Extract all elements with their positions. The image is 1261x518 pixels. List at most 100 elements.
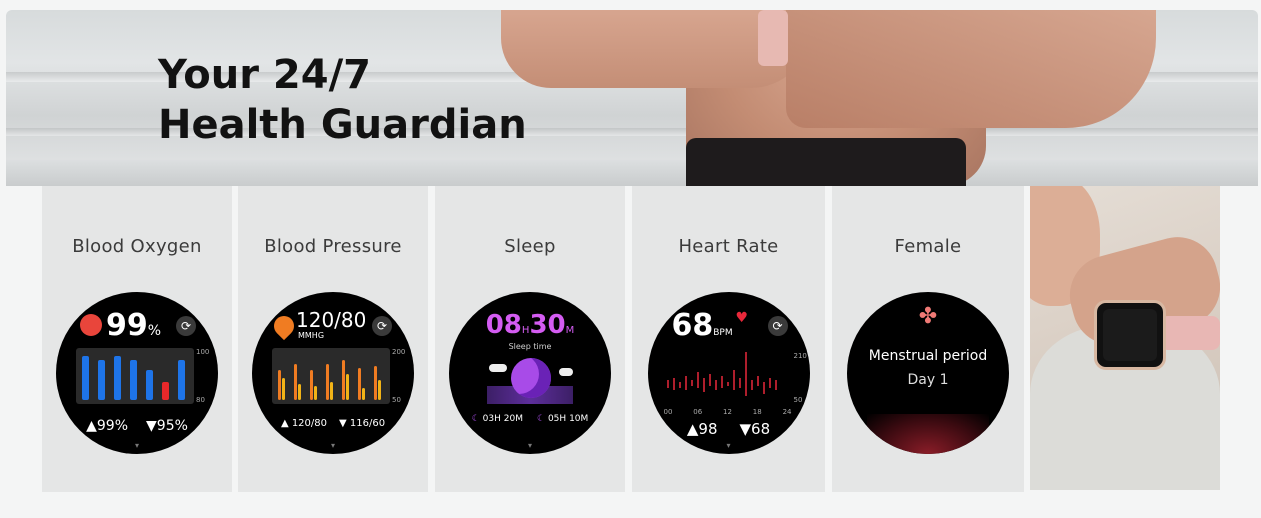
- minutes-label: M: [515, 414, 523, 424]
- chevron-down-icon: ▾: [726, 441, 731, 450]
- wrist-watch-photo: [1030, 186, 1220, 490]
- axis-label: 06: [693, 408, 703, 416]
- bp-high: ▲ 120/80: [280, 418, 327, 429]
- chart-bar: [374, 366, 377, 400]
- bp-bar-chart: [272, 348, 390, 404]
- oxygen-bar-chart: [76, 348, 194, 404]
- moon-icon: [511, 358, 551, 398]
- refresh-icon[interactable]: ⟳: [176, 316, 196, 336]
- hero-title: Your 24/7 Health Guardian: [158, 50, 527, 150]
- heart-rate-number: 68: [671, 308, 714, 343]
- feature-panel-female: Female ✤ Menstrual period Day 1: [832, 186, 1024, 492]
- deep-sleep: ☾ 03H 20M: [472, 414, 523, 424]
- oxygen-low-value: 95%: [156, 418, 188, 434]
- deep-minutes: 20: [503, 414, 516, 424]
- heart-rate-high: ▲98: [686, 420, 718, 438]
- watch-dial: 68BPM ♥ ⟳ 210 50 00 06 12 18 24 ▲98 ▼68 …: [647, 292, 810, 454]
- hours-label: H: [559, 414, 567, 424]
- panel-title: Heart Rate: [678, 236, 779, 257]
- chevron-down-icon: ▾: [330, 441, 335, 450]
- axis-label: 50: [392, 396, 401, 404]
- sleep-minutes: 30: [529, 310, 566, 340]
- feature-panel-sleep: Sleep 08H30M Sleep time ☾ 03H 20M ☾ 05H …: [435, 186, 625, 492]
- heart-rate-low: ▼68: [739, 420, 771, 438]
- axis-label: 100: [196, 348, 210, 356]
- heart-rate-chart: [666, 352, 777, 396]
- axis-label: 210: [793, 352, 807, 360]
- railing-background: [6, 160, 1258, 186]
- cycle-icon: ✤: [918, 304, 938, 329]
- chart-bar: [326, 364, 329, 400]
- feature-panel-heart-rate: Heart Rate 68BPM ♥ ⟳ 210 50 00 06 12 18 …: [632, 186, 825, 492]
- chevron-down-icon: ▾: [134, 441, 139, 450]
- panel-title: Sleep: [504, 236, 556, 257]
- light-hours: 05: [547, 414, 560, 424]
- chevron-down-icon: ▾: [527, 441, 532, 450]
- moon-icon: ☾: [471, 414, 480, 424]
- bp-low: ▼ 116/60: [339, 418, 386, 429]
- chart-bar: [98, 360, 105, 400]
- bp-high-value: 120/80: [291, 418, 327, 429]
- axis-label: 18: [752, 408, 762, 416]
- oxygen-high-value: 99%: [96, 418, 128, 434]
- sleep-hours: 08: [485, 310, 522, 340]
- chart-bar: [346, 374, 349, 400]
- feature-panel-blood-pressure: Blood Pressure 120/80 MMHG ⟳ 200 50 ▲ 12…: [238, 186, 428, 492]
- panel-title: Female: [894, 236, 962, 257]
- hero-title-line1: Your 24/7: [158, 52, 372, 98]
- chart-bar: [342, 360, 345, 400]
- cloud-icon: [559, 368, 573, 376]
- chart-bar: [362, 388, 365, 400]
- chart-bar: [162, 382, 169, 400]
- light-sleep: ☾ 05H 10M: [537, 414, 588, 424]
- chart-bar: [294, 364, 297, 400]
- heart-rate-value: 68BPM: [672, 308, 733, 343]
- heart-rate-time-axis: 00 06 12 18 24: [664, 408, 792, 416]
- watch-screen: [1103, 309, 1157, 361]
- chart-bar: [310, 370, 313, 400]
- chart-bar: [358, 368, 361, 400]
- heart-rate-stats: ▲98 ▼68: [648, 420, 810, 438]
- cloud-icon: [489, 364, 507, 372]
- watch-band: [758, 10, 788, 66]
- refresh-icon[interactable]: ⟳: [372, 316, 392, 336]
- deep-hours: 03: [482, 414, 495, 424]
- bp-low-value: 116/60: [349, 418, 386, 429]
- chart-bar: [130, 360, 137, 400]
- hero-banner: Your 24/7 Health Guardian: [6, 10, 1258, 186]
- axis-label: 50: [793, 396, 803, 404]
- oxygen-stats: ▲99% ▼95%: [56, 418, 218, 434]
- moon-icon: ☾: [537, 414, 546, 424]
- model-arm: [786, 10, 1156, 128]
- sleep-duration: 08H30M: [449, 310, 611, 340]
- watch-dial: 120/80 MMHG ⟳ 200 50 ▲ 120/80 ▼ 116/60 ▾: [252, 292, 414, 454]
- sleep-stats: ☾ 03H 20M ☾ 05H 10M: [449, 414, 611, 424]
- feature-panel-blood-oxygen: Blood Oxygen 99% ⟳ 100 80 ▲99% ▼95% ▾: [42, 186, 232, 492]
- axis-label: 00: [663, 408, 673, 416]
- oxygen-unit: %: [147, 323, 162, 339]
- chart-bar: [146, 370, 153, 400]
- oxygen-number: 99: [106, 308, 148, 343]
- female-day: Day 1: [907, 372, 949, 388]
- heart-rate-low-value: 68: [751, 420, 771, 438]
- hero-title-line2: Health Guardian: [158, 102, 527, 148]
- watch-dial: 08H30M Sleep time ☾ 03H 20M ☾ 05H 10M ▾: [449, 292, 611, 454]
- heart-rate-unit: BPM: [713, 328, 733, 338]
- bp-stats: ▲ 120/80 ▼ 116/60: [252, 418, 414, 429]
- sleep-subtitle: Sleep time: [508, 342, 552, 351]
- light-minutes: 10: [569, 414, 581, 424]
- watch-band: [1160, 316, 1220, 350]
- minutes-label: M: [580, 414, 589, 424]
- smartwatch: [1094, 300, 1166, 370]
- axis-label: 12: [723, 408, 732, 416]
- axis-label: 24: [782, 408, 792, 416]
- chart-bar: [114, 356, 121, 400]
- oxygen-icon: [80, 314, 102, 336]
- watch-dial: ✤ Menstrual period Day 1: [847, 292, 1009, 454]
- refresh-icon[interactable]: ⟳: [767, 316, 788, 336]
- oxygen-value: 99%: [106, 308, 161, 343]
- oxygen-high: ▲99%: [86, 418, 128, 434]
- chart-bar: [278, 370, 281, 400]
- axis-label: 200: [392, 348, 406, 356]
- bp-value: 120/80: [296, 308, 367, 332]
